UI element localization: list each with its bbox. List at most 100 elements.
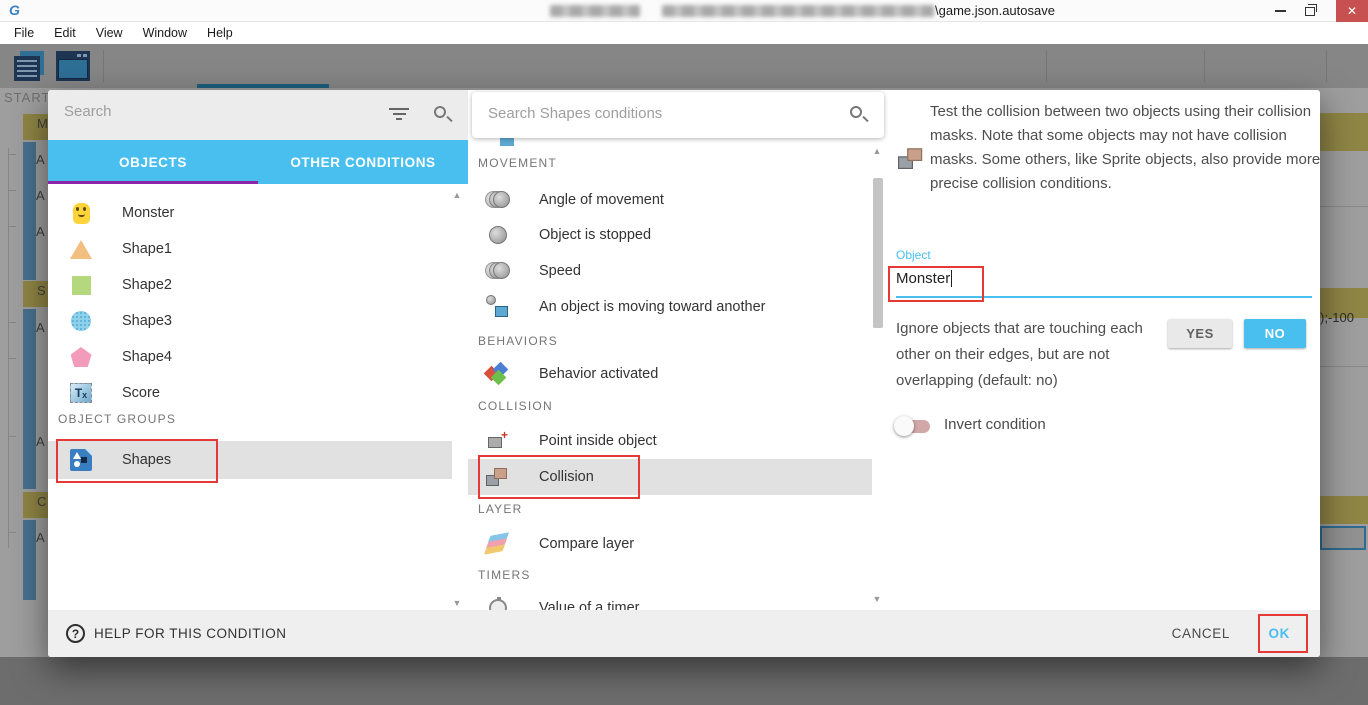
- toolbar-divider: [1046, 50, 1047, 82]
- search-icon[interactable]: [850, 106, 868, 124]
- minimize-button[interactable]: [1266, 0, 1294, 22]
- event-text-fragment: C: [37, 494, 46, 509]
- scroll-down-arrow[interactable]: ▼: [870, 594, 884, 604]
- cancel-button[interactable]: CANCEL: [1172, 610, 1230, 657]
- partially-hidden-condition-icon: [500, 138, 514, 146]
- condition-row-speed[interactable]: Speed: [468, 253, 872, 289]
- window-title: \game.json.autosave: [935, 3, 1055, 18]
- event-tree-line: [8, 148, 9, 548]
- section-header-movement: MOVEMENT: [478, 156, 557, 170]
- no-button[interactable]: NO: [1244, 319, 1306, 348]
- selected-event-outline: [1320, 526, 1366, 550]
- scroll-up-arrow[interactable]: ▲: [450, 190, 464, 200]
- scene-tab-label: START: [4, 90, 50, 105]
- tab-bar: OBJECTS OTHER CONDITIONS: [48, 140, 468, 184]
- condition-row-object-is-stopped[interactable]: Object is stopped: [468, 217, 872, 253]
- condition-row-moving-toward[interactable]: An object is moving toward another: [468, 289, 872, 325]
- event-text-fragment: A: [36, 152, 45, 167]
- object-row-shape3[interactable]: Shape3: [48, 303, 452, 339]
- condition-label: Compare layer: [539, 536, 634, 552]
- condition-label: Behavior activated: [539, 366, 658, 382]
- toggle-knob: [894, 416, 914, 436]
- menu-view[interactable]: View: [86, 22, 133, 44]
- ignore-edges-label: Ignore objects that are touching each ot…: [896, 316, 1164, 394]
- toolbar-divider: [103, 50, 104, 82]
- restore-button[interactable]: [1296, 0, 1324, 22]
- object-label: Score: [122, 385, 160, 401]
- speed-icon: [485, 261, 511, 281]
- title-bar: G \game.json.autosave ✕: [0, 0, 1368, 22]
- object-groups-header: OBJECT GROUPS: [58, 412, 176, 426]
- close-icon: ✕: [1347, 4, 1357, 18]
- object-search-input[interactable]: [64, 103, 364, 120]
- point-inside-object-icon: +: [485, 431, 511, 451]
- menu-bar: File Edit View Window Help: [0, 22, 1368, 44]
- condition-row-behavior-activated[interactable]: Behavior activated: [468, 356, 872, 392]
- condition-label: Point inside object: [539, 433, 657, 449]
- square-shape-icon: [68, 276, 94, 295]
- project-manager-icon[interactable]: [14, 51, 46, 81]
- help-button[interactable]: ? HELP FOR THIS CONDITION: [66, 610, 287, 657]
- event-text-fragment: A: [36, 224, 45, 239]
- event-condition-column: [23, 309, 36, 489]
- conditions-search-input[interactable]: [488, 105, 788, 122]
- event-row-separator: [1320, 366, 1368, 367]
- conditions-search-bar: [472, 92, 884, 138]
- section-header-layer: LAYER: [478, 502, 522, 516]
- menu-file[interactable]: File: [4, 22, 44, 44]
- menu-edit[interactable]: Edit: [44, 22, 86, 44]
- section-header-collision: COLLISION: [478, 399, 553, 413]
- close-button[interactable]: ✕: [1336, 0, 1368, 22]
- event-text-fragment: A: [36, 320, 45, 335]
- moving-toward-icon: [485, 295, 511, 319]
- event-text-fragment: A: [36, 188, 45, 203]
- redacted-title-segment: [662, 5, 934, 17]
- object-row-score[interactable]: Tx Score: [48, 375, 452, 411]
- section-header-behaviors: BEHAVIORS: [478, 334, 558, 348]
- object-label: Shape3: [122, 313, 172, 329]
- scrollbar-thumb[interactable]: [873, 178, 883, 328]
- scroll-up-arrow[interactable]: ▲: [870, 146, 884, 156]
- active-tab-indicator: [48, 181, 258, 184]
- search-icon[interactable]: [434, 106, 452, 124]
- toolbar-divider: [1326, 50, 1327, 82]
- tab-other-conditions[interactable]: OTHER CONDITIONS: [258, 140, 468, 184]
- event-condition-column: [23, 142, 36, 280]
- tab-objects[interactable]: OBJECTS: [48, 140, 258, 184]
- object-row-shape1[interactable]: Shape1: [48, 231, 452, 267]
- angle-of-movement-icon: [485, 190, 511, 210]
- condition-label: Angle of movement: [539, 192, 664, 208]
- object-row-shape2[interactable]: Shape2: [48, 267, 452, 303]
- annotation-box-shapes-group: [56, 439, 218, 483]
- restore-icon: [1305, 7, 1315, 16]
- object-field-label: Object: [896, 248, 931, 262]
- scene-editor-icon[interactable]: [56, 51, 90, 81]
- invert-condition-toggle[interactable]: [894, 416, 932, 436]
- screen: G \game.json.autosave ✕ File Edit View W…: [0, 0, 1368, 705]
- yes-button[interactable]: YES: [1168, 319, 1232, 348]
- annotation-box-object-field: [888, 266, 984, 302]
- compare-layer-icon: [485, 532, 511, 556]
- circle-shape-icon: [68, 311, 94, 331]
- object-label: Shape2: [122, 277, 172, 293]
- event-text-fragment: S: [37, 283, 46, 298]
- text-object-icon: Tx: [68, 383, 94, 403]
- object-row-monster[interactable]: Monster: [48, 195, 452, 231]
- filter-icon[interactable]: [388, 108, 410, 122]
- condition-row-compare-layer[interactable]: Compare layer: [468, 526, 872, 562]
- condition-row-angle-of-movement[interactable]: Angle of movement: [468, 182, 872, 218]
- menu-window[interactable]: Window: [133, 22, 197, 44]
- object-stopped-icon: [485, 226, 511, 244]
- toolbar: ↩ ↪: [0, 44, 1368, 88]
- event-code-fragment: );-100: [1320, 310, 1354, 325]
- condition-row-point-inside-object[interactable]: + Point inside object: [468, 423, 872, 459]
- condition-description: Test the collision between two objects u…: [930, 100, 1320, 196]
- object-label: Shape1: [122, 241, 172, 257]
- event-tree-tick: [8, 436, 16, 437]
- object-row-shape4[interactable]: Shape4: [48, 339, 452, 375]
- event-tree-tick: [8, 154, 16, 155]
- scroll-down-arrow[interactable]: ▼: [450, 598, 464, 608]
- choose-condition-dialog: OBJECTS OTHER CONDITIONS Monster Shape1 …: [48, 90, 1320, 657]
- event-condition-column: [23, 520, 36, 600]
- menu-help[interactable]: Help: [197, 22, 243, 44]
